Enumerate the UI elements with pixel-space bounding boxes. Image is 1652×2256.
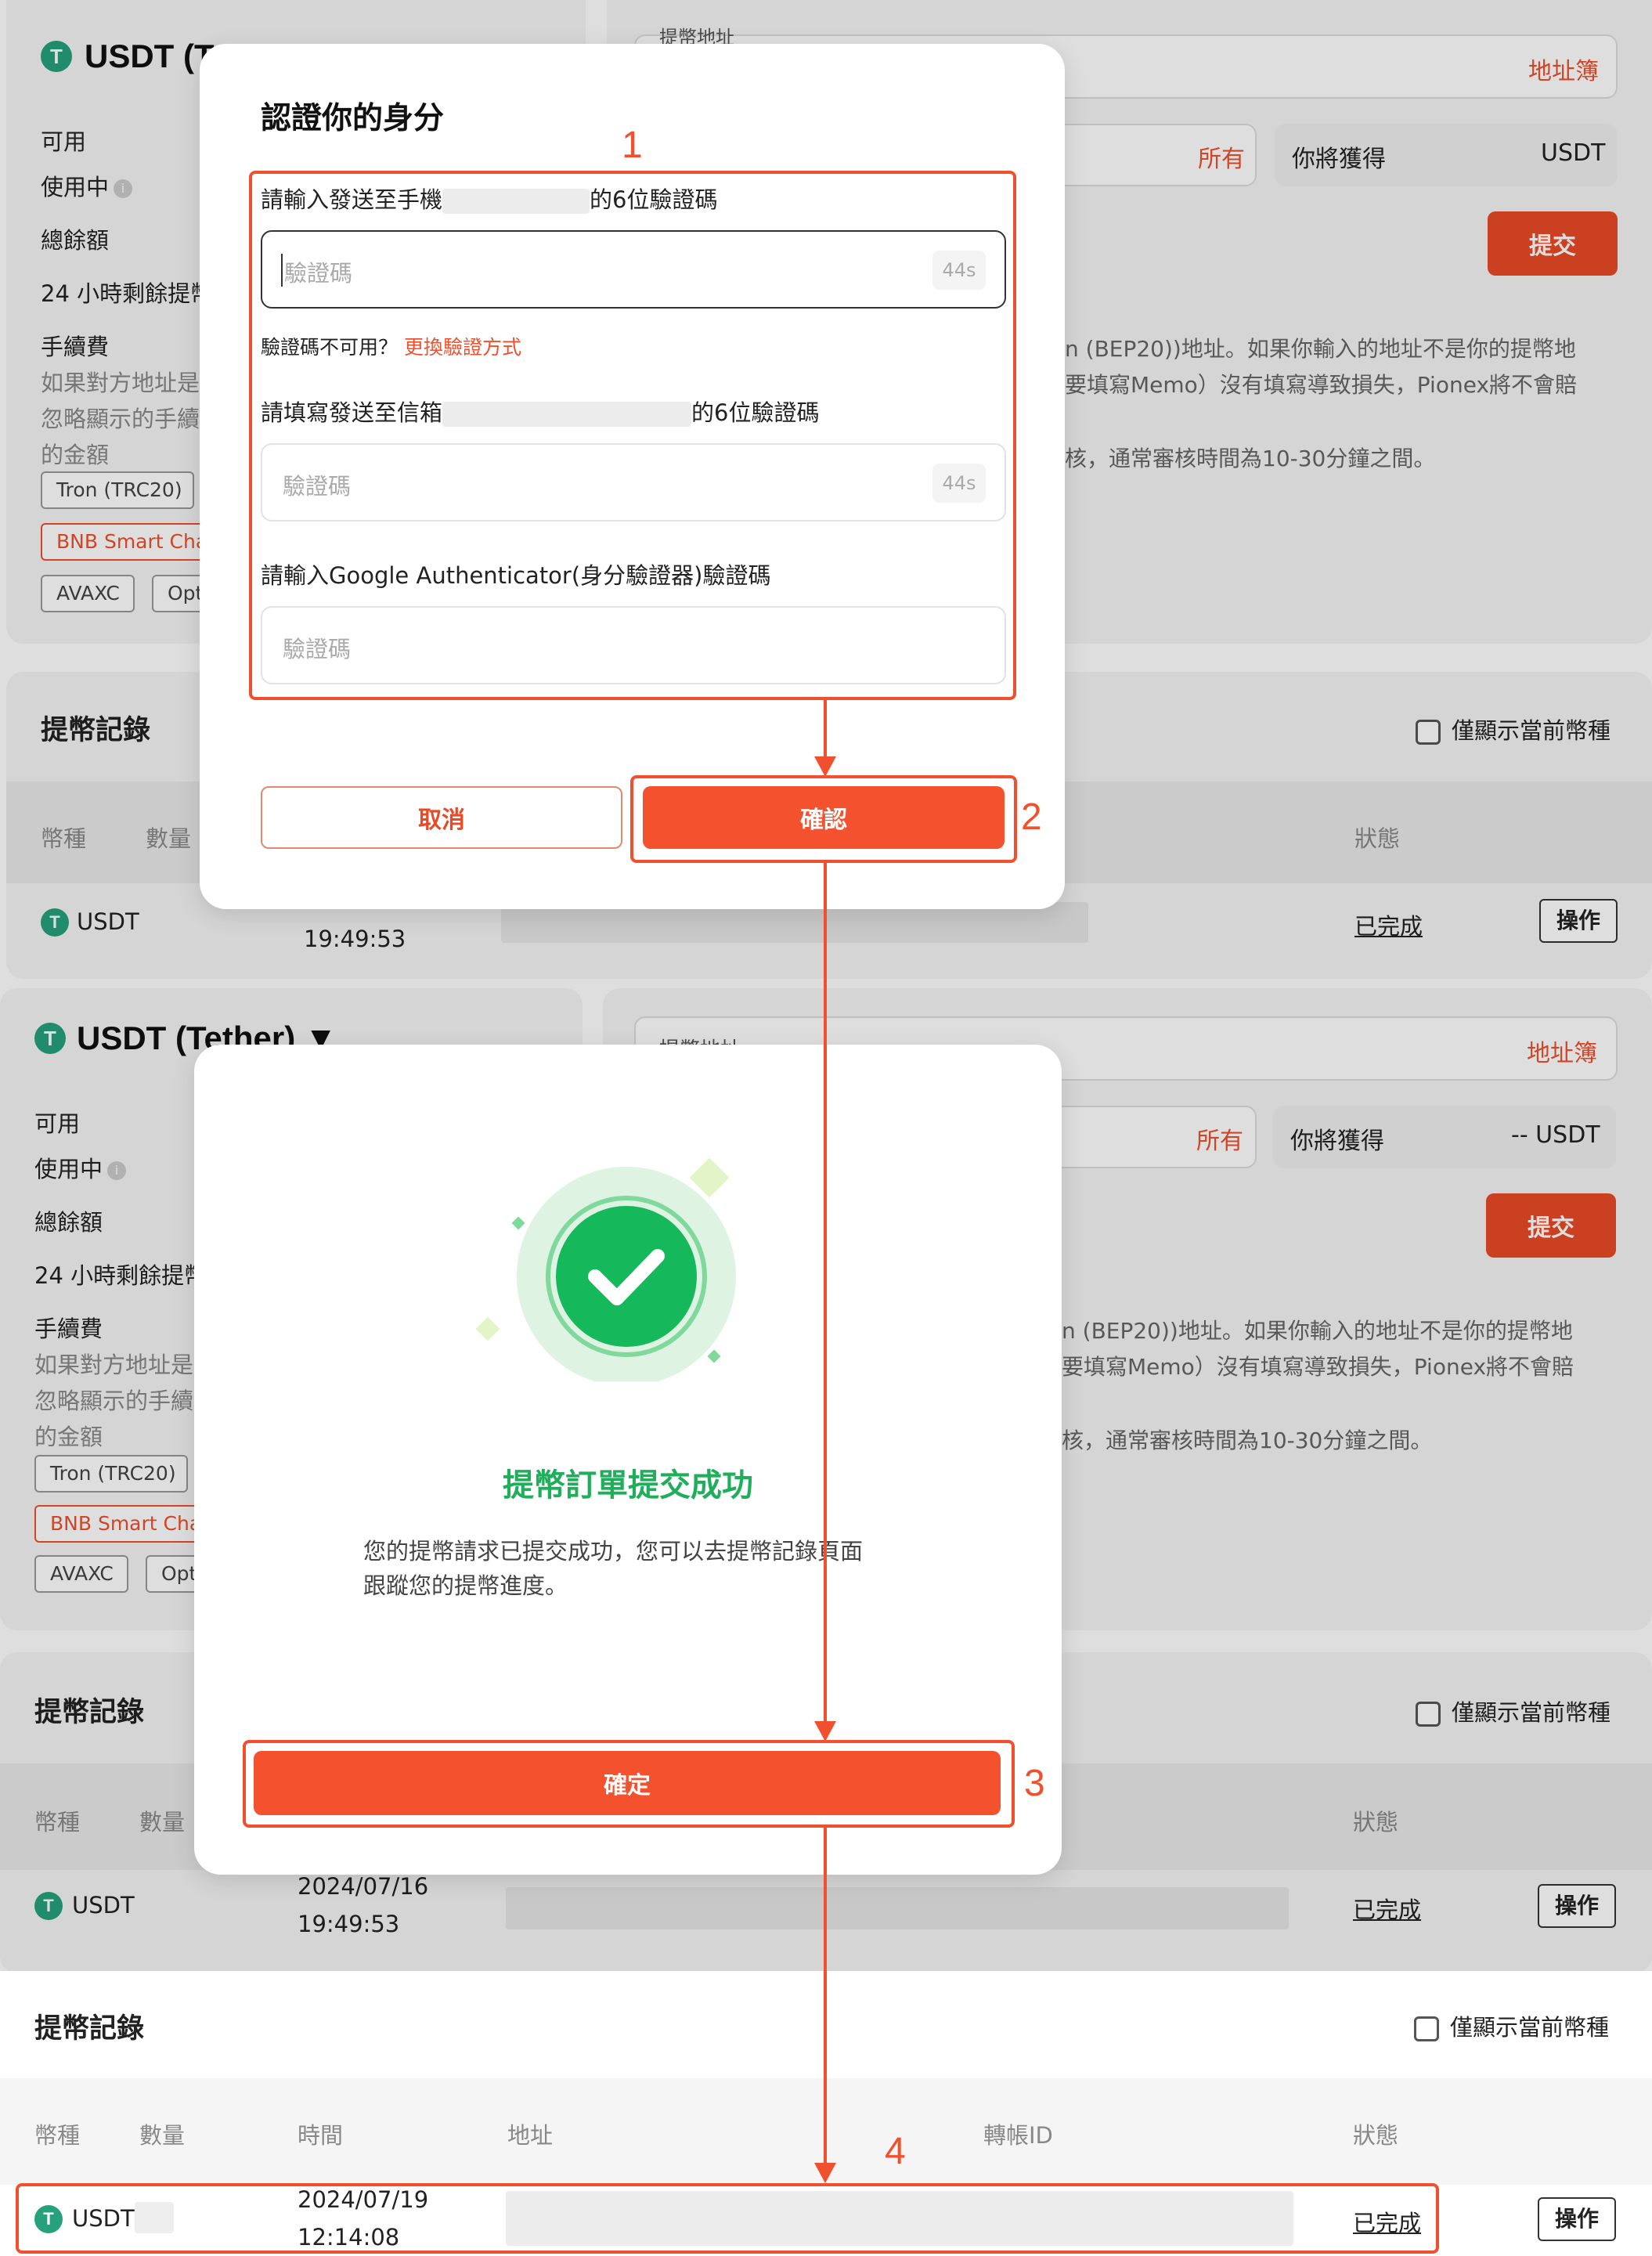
success-check-icon [475, 1157, 736, 1381]
checkbox[interactable] [1414, 2016, 1439, 2041]
cancel-button[interactable]: 取消 [261, 786, 622, 849]
annotation-box-2 [630, 775, 1017, 863]
annotation-box-1 [249, 171, 1016, 700]
col-address: 地址 [507, 2122, 554, 2149]
success-desc: 您的提幣請求已提交成功，您可以去提幣記錄頁面 [363, 1538, 864, 1565]
annotation-number: 2 [1021, 796, 1042, 838]
col-amount: 數量 [139, 2122, 186, 2149]
success-desc: 跟蹤您的提幣進度。 [363, 1572, 568, 1599]
annotation-box-3 [243, 1740, 1015, 1828]
annotation-arrow [824, 863, 827, 1732]
col-status: 狀態 [1353, 2122, 1399, 2149]
annotation-arrowhead [814, 2163, 836, 2183]
annotation-arrow [824, 1828, 827, 2171]
annotation-number: 4 [885, 2131, 906, 2172]
col-time: 時間 [298, 2122, 344, 2149]
operate-button[interactable]: 操作 [1538, 2197, 1616, 2241]
annotation-number: 3 [1024, 1763, 1045, 1804]
col-coin: 幣種 [34, 2122, 81, 2149]
annotation-arrowhead [814, 1721, 836, 1742]
annotation-arrowhead [814, 756, 836, 777]
modal-title: 認證你的身分 [261, 101, 445, 136]
records-title: 提幣記錄 [34, 2013, 145, 2045]
only-current-toggle[interactable]: 僅顯示當前幣種 [1414, 2009, 1609, 2042]
success-title: 提幣訂單提交成功 [503, 1467, 753, 1503]
annotation-box-4 [16, 2183, 1439, 2254]
annotation-number: 1 [622, 125, 643, 166]
col-txid: 轉帳ID [983, 2122, 1053, 2149]
annotation-arrow [824, 700, 827, 760]
